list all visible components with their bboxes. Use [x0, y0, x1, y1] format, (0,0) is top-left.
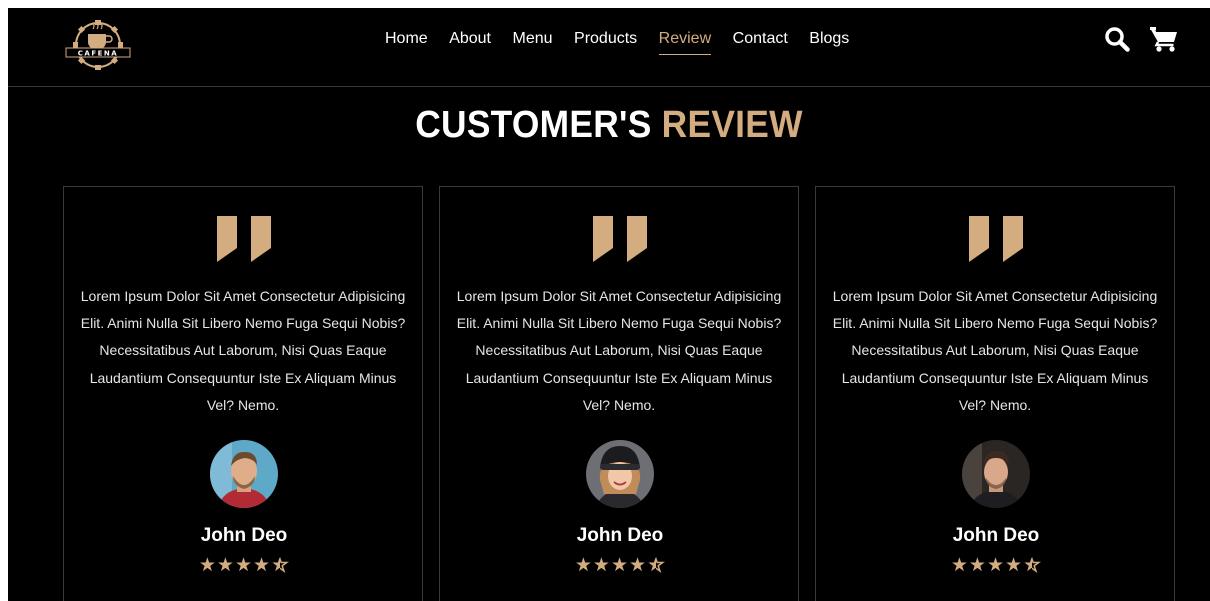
header: CAFENA Home About Menu Products Review C…: [8, 8, 1210, 87]
title-main: CUSTOMER'S: [415, 104, 652, 146]
rating-stars: ★★★★★: [440, 555, 800, 577]
page: CAFENA Home About Menu Products Review C…: [8, 8, 1210, 601]
nav-products[interactable]: Products: [574, 29, 637, 55]
review-text: Lorem Ipsum Dolor Sit Amet Consectetur A…: [832, 288, 1158, 413]
star-icon: ★: [610, 555, 630, 576]
nav-home[interactable]: Home: [385, 29, 428, 55]
star-half-icon: ★: [1023, 555, 1041, 577]
reviewer-name: John Deo: [952, 525, 1040, 546]
review-card: Lorem Ipsum Dolor Sit Amet Consectetur A…: [439, 186, 799, 601]
cart-icon[interactable]: [1149, 26, 1179, 52]
reviewer-name: John Deo: [200, 525, 288, 546]
main-nav: Home About Menu Products Review Contact …: [385, 29, 871, 55]
star-icon: ★: [198, 555, 217, 576]
man-avatar: [210, 440, 278, 508]
review-text: Lorem Ipsum Dolor Sit Amet Consectetur A…: [80, 288, 406, 413]
reviewer-name: John Deo: [576, 525, 664, 546]
star-icon: ★: [968, 555, 987, 576]
woman-avatar: [586, 440, 654, 508]
rating-stars: ★★★★★: [64, 555, 424, 577]
star-half-icon: ★: [647, 555, 665, 577]
review-card: Lorem Ipsum Dolor Sit Amet Consectetur A…: [815, 186, 1175, 601]
nav-contact[interactable]: Contact: [733, 29, 788, 55]
star-half-icon: ★: [271, 555, 289, 577]
nav-blogs[interactable]: Blogs: [809, 29, 849, 55]
quote-icon: [593, 216, 647, 262]
star-icon: ★: [216, 555, 235, 576]
star-icon: ★: [629, 555, 648, 576]
cafena-logo[interactable]: CAFENA: [62, 12, 134, 70]
star-icon: ★: [1005, 555, 1024, 576]
section-title: CUSTOMER'S REVIEW: [50, 104, 1168, 147]
star-icon: ★: [592, 555, 611, 576]
search-icon[interactable]: [1104, 26, 1130, 52]
logo-text: CAFENA: [78, 50, 118, 58]
review-card: Lorem Ipsum Dolor Sit Amet Consectetur A…: [63, 186, 423, 601]
star-icon: ★: [574, 555, 593, 576]
star-icon: ★: [950, 555, 969, 576]
review-text: Lorem Ipsum Dolor Sit Amet Consectetur A…: [456, 288, 782, 413]
star-icon: ★: [234, 555, 254, 576]
nav-review[interactable]: Review: [658, 29, 712, 55]
nav-about[interactable]: About: [449, 29, 491, 55]
quote-icon: [217, 216, 271, 262]
star-icon: ★: [986, 555, 1006, 576]
man-avatar: [962, 440, 1030, 508]
quote-icon: [969, 216, 1023, 262]
nav-menu[interactable]: Menu: [513, 29, 553, 55]
rating-stars: ★★★★★: [816, 555, 1176, 577]
star-icon: ★: [253, 555, 272, 576]
title-accent: REVIEW: [661, 104, 803, 146]
